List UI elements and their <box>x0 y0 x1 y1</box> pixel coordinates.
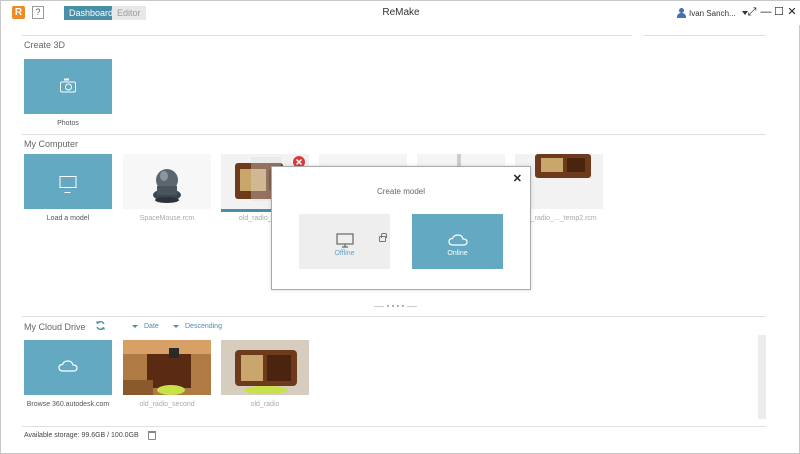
dialog-title: Create model <box>376 187 426 196</box>
user-icon <box>677 8 686 18</box>
help-button[interactable]: ? <box>32 6 44 19</box>
close-button[interactable]: ✕ <box>786 6 798 18</box>
lock-icon <box>379 233 387 242</box>
cloud-icon <box>58 359 78 372</box>
app-logo: R <box>12 6 25 19</box>
create-model-dialog: Create model ✕ Offline Online <box>271 166 531 290</box>
cloud-label-old-radio: old_radio <box>250 401 280 408</box>
offline-option[interactable]: Offline <box>299 214 390 269</box>
monitor-icon <box>336 233 354 248</box>
section-title-my-computer: My Computer <box>24 139 79 149</box>
load-model-tile[interactable] <box>24 154 112 209</box>
expand-icon[interactable]: ⤢ <box>746 6 758 18</box>
cloud-icon <box>448 234 468 246</box>
camera-icon <box>60 78 76 92</box>
sort-field-dropdown[interactable]: Date <box>132 323 159 330</box>
offline-label: Offline <box>334 250 355 257</box>
sort-order-label: Descending <box>185 323 222 330</box>
divider <box>22 134 766 135</box>
app-window: R ? Dashboard Editor ReMake Ivan Sanch..… <box>0 0 800 454</box>
browse-cloud-label: Browse 360.autodesk.com <box>26 401 110 408</box>
divider <box>22 316 766 317</box>
model-thumbnail-spacemouse[interactable] <box>123 154 211 209</box>
browse-cloud-tile[interactable] <box>24 340 112 395</box>
caret-down-icon <box>173 325 179 328</box>
photos-tile[interactable] <box>24 59 112 114</box>
load-model-label: Load a model <box>46 215 90 222</box>
online-label: Online <box>447 250 468 257</box>
old-radio-cloud-image <box>221 340 309 395</box>
storage-status: Available storage: 99.6GB / 100.0GB <box>24 432 139 439</box>
sort-order-dropdown[interactable]: Descending <box>173 323 222 330</box>
divider <box>22 35 632 36</box>
dialog-close-button[interactable]: ✕ <box>513 172 522 185</box>
tab-editor[interactable]: Editor <box>112 6 146 20</box>
divider <box>22 426 766 427</box>
section-title-my-cloud-drive: My Cloud Drive <box>24 322 86 332</box>
maximize-button[interactable]: ☐ <box>773 6 785 18</box>
sort-field-label: Date <box>144 323 159 330</box>
section-title-create-3d: Create 3D <box>24 40 66 50</box>
spacemouse-image <box>123 154 211 209</box>
user-menu[interactable]: Ivan Sanch... <box>677 6 748 20</box>
old-radio-second-image <box>123 340 211 395</box>
minimize-button[interactable]: — <box>760 6 772 18</box>
scrollbar[interactable] <box>758 335 766 419</box>
user-name: Ivan Sanch... <box>689 8 736 18</box>
cloud-label-old-radio-second: old_radio_second <box>139 401 195 408</box>
online-option[interactable]: Online <box>412 214 503 269</box>
splitter-handle[interactable] <box>369 305 421 307</box>
refresh-icon[interactable] <box>95 320 106 331</box>
title-bar: R ? Dashboard Editor ReMake Ivan Sanch..… <box>1 1 800 25</box>
cloud-thumbnail-old-radio[interactable] <box>221 340 309 395</box>
model-label-spacemouse: SpaceMouse.rcm <box>139 215 195 222</box>
photos-label: Photos <box>57 120 79 127</box>
divider <box>644 35 766 36</box>
monitor-icon <box>59 175 77 193</box>
caret-down-icon <box>132 325 138 328</box>
tab-dashboard[interactable]: Dashboard <box>64 6 119 20</box>
trash-icon[interactable] <box>148 431 156 440</box>
cloud-thumbnail-old-radio-second[interactable] <box>123 340 211 395</box>
